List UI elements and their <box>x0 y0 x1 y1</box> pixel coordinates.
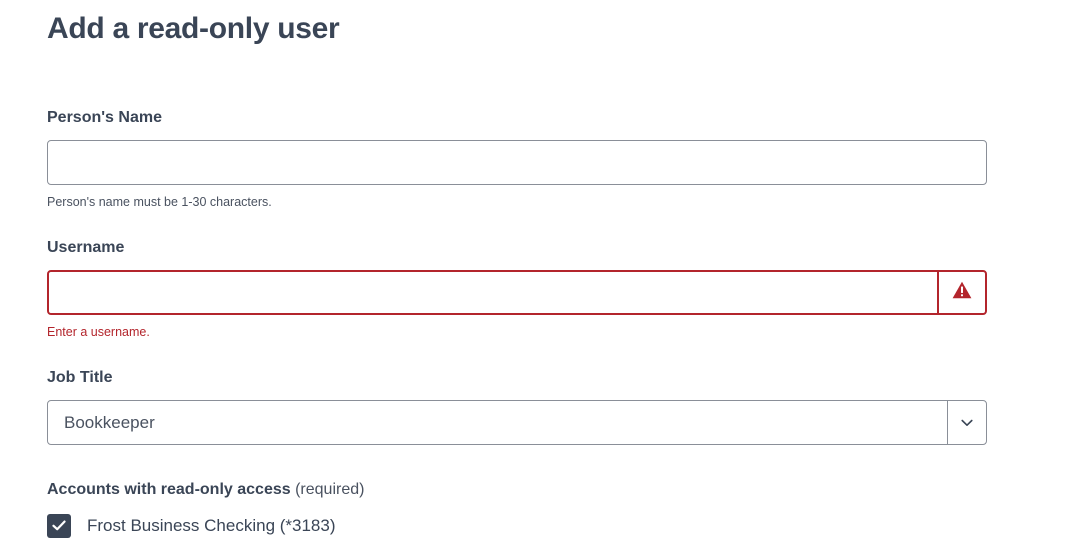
username-field-group <box>47 270 987 315</box>
accounts-label-text: Accounts with read-only access <box>47 481 291 498</box>
job-title-label: Job Title <box>47 369 113 386</box>
name-input[interactable] <box>47 140 987 185</box>
job-title-select[interactable]: Bookkeeper <box>47 400 987 445</box>
accounts-required-qualifier: (required) <box>295 481 365 498</box>
checkmark-icon <box>52 516 66 536</box>
username-label: Username <box>47 239 125 256</box>
warning-triangle-icon <box>952 281 972 304</box>
job-title-selected-value: Bookkeeper <box>64 412 155 432</box>
accounts-label: Accounts with read-only access (required… <box>47 481 364 499</box>
username-input[interactable] <box>49 272 937 313</box>
account-checkbox-label: Frost Business Checking (*3183) <box>87 516 336 535</box>
name-label: Person's Name <box>47 109 162 126</box>
page-title: Add a read-only user <box>47 12 340 45</box>
username-error-text: Enter a username. <box>47 325 150 339</box>
job-title-dropdown-toggle[interactable] <box>947 401 986 444</box>
name-helper-text: Person's name must be 1-30 characters. <box>47 195 272 209</box>
username-error-addon <box>937 272 985 313</box>
chevron-down-icon <box>961 414 973 432</box>
add-user-form: Add a read-only user Person's Name Perso… <box>0 0 1072 558</box>
account-checkbox-row[interactable]: Frost Business Checking (*3183) <box>47 514 336 538</box>
account-checkbox[interactable] <box>47 514 71 538</box>
